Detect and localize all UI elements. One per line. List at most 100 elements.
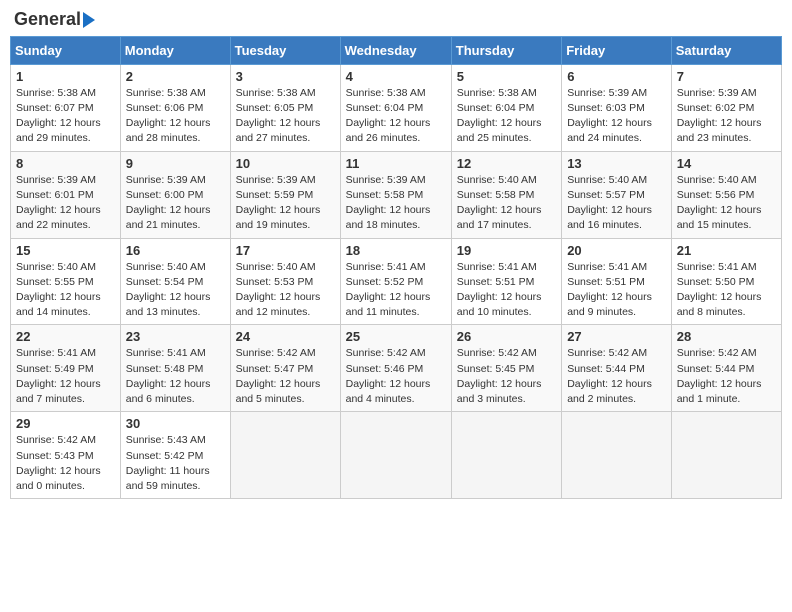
day-info: Sunrise: 5:41 AM Sunset: 5:52 PM Dayligh… bbox=[346, 260, 446, 321]
col-header-saturday: Saturday bbox=[671, 36, 781, 64]
week-row-2: 8 Sunrise: 5:39 AM Sunset: 6:01 PM Daylig… bbox=[11, 151, 782, 238]
day-cell-24: 24Sunrise: 5:42 AM Sunset: 5:47 PM Dayli… bbox=[230, 325, 340, 412]
page-header: General bbox=[10, 10, 782, 30]
day-cell-27: 27 Sunrise: 5:42 AM Sunset: 5:44 PM Dayli… bbox=[562, 325, 672, 412]
day-info: Sunrise: 5:41 AM Sunset: 5:51 PM Dayligh… bbox=[567, 260, 666, 321]
day-info: Sunrise: 5:42 AM Sunset: 5:45 PM Dayligh… bbox=[457, 346, 556, 407]
day-info: Sunrise: 5:39 AM Sunset: 5:58 PM Dayligh… bbox=[346, 173, 446, 234]
day-cell-16: 16 Sunrise: 5:40 AM Sunset: 5:54 PM Dayli… bbox=[120, 238, 230, 325]
day-cell-23: 23 Sunrise: 5:41 AM Sunset: 5:48 PM Dayli… bbox=[120, 325, 230, 412]
day-number: 28 bbox=[677, 329, 776, 344]
col-header-wednesday: Wednesday bbox=[340, 36, 451, 64]
day-cell-30: 30 Sunrise: 5:43 AM Sunset: 5:42 PM Dayli… bbox=[120, 412, 230, 499]
day-cell-15: 15 Sunrise: 5:40 AM Sunset: 5:55 PM Dayli… bbox=[11, 238, 121, 325]
day-number: 11 bbox=[346, 156, 446, 171]
day-number: 27 bbox=[567, 329, 666, 344]
day-cell-14: 14 Sunrise: 5:40 AM Sunset: 5:56 PM Dayli… bbox=[671, 151, 781, 238]
logo-arrow-icon bbox=[83, 12, 95, 28]
day-number: 10 bbox=[236, 156, 335, 171]
day-info: Sunrise: 5:39 AM Sunset: 6:02 PM Dayligh… bbox=[677, 86, 776, 147]
day-number: 8 bbox=[16, 156, 115, 171]
day-cell-26: 26 Sunrise: 5:42 AM Sunset: 5:45 PM Dayli… bbox=[451, 325, 561, 412]
col-header-monday: Monday bbox=[120, 36, 230, 64]
day-info: Sunrise: 5:39 AM Sunset: 5:59 PM Dayligh… bbox=[236, 173, 335, 234]
day-number: 16 bbox=[126, 243, 225, 258]
day-number: 9 bbox=[126, 156, 225, 171]
day-cell-21: 21 Sunrise: 5:41 AM Sunset: 5:50 PM Dayli… bbox=[671, 238, 781, 325]
day-number: 12 bbox=[457, 156, 556, 171]
day-cell-10: 10 Sunrise: 5:39 AM Sunset: 5:59 PM Dayli… bbox=[230, 151, 340, 238]
day-info: Sunrise: 5:38 AM Sunset: 6:07 PM Dayligh… bbox=[16, 86, 115, 147]
day-info: Sunrise: 5:40 AM Sunset: 5:58 PM Dayligh… bbox=[457, 173, 556, 234]
day-info: Sunrise: 5:40 AM Sunset: 5:57 PM Dayligh… bbox=[567, 173, 666, 234]
day-cell-5: 5 Sunrise: 5:38 AM Sunset: 6:04 PM Daylig… bbox=[451, 64, 561, 151]
col-header-friday: Friday bbox=[562, 36, 672, 64]
day-number: 20 bbox=[567, 243, 666, 258]
day-number: 26 bbox=[457, 329, 556, 344]
day-number: 22 bbox=[16, 329, 115, 344]
empty-cell bbox=[451, 412, 561, 499]
day-number: 13 bbox=[567, 156, 666, 171]
day-info: Sunrise: 5:42 AM Sunset: 5:43 PM Dayligh… bbox=[16, 433, 115, 494]
day-number: 25 bbox=[346, 329, 446, 344]
day-info: Sunrise: 5:40 AM Sunset: 5:54 PM Dayligh… bbox=[126, 260, 225, 321]
col-header-sunday: Sunday bbox=[11, 36, 121, 64]
day-number: 21 bbox=[677, 243, 776, 258]
day-number: 14 bbox=[677, 156, 776, 171]
col-header-thursday: Thursday bbox=[451, 36, 561, 64]
col-header-tuesday: Tuesday bbox=[230, 36, 340, 64]
day-cell-12: 12 Sunrise: 5:40 AM Sunset: 5:58 PM Dayli… bbox=[451, 151, 561, 238]
day-cell-3: 3 Sunrise: 5:38 AM Sunset: 6:05 PM Daylig… bbox=[230, 64, 340, 151]
day-cell-2: 2Sunrise: 5:38 AM Sunset: 6:06 PM Daylig… bbox=[120, 64, 230, 151]
empty-cell bbox=[562, 412, 672, 499]
day-cell-22: 22 Sunrise: 5:41 AM Sunset: 5:49 PM Dayli… bbox=[11, 325, 121, 412]
day-info: Sunrise: 5:39 AM Sunset: 6:03 PM Dayligh… bbox=[567, 86, 666, 147]
day-cell-8: 8 Sunrise: 5:39 AM Sunset: 6:01 PM Daylig… bbox=[11, 151, 121, 238]
day-info: Sunrise: 5:40 AM Sunset: 5:53 PM Dayligh… bbox=[236, 260, 335, 321]
week-row-1: 1 Sunrise: 5:38 AM Sunset: 6:07 PM Daylig… bbox=[11, 64, 782, 151]
week-row-4: 22 Sunrise: 5:41 AM Sunset: 5:49 PM Dayli… bbox=[11, 325, 782, 412]
day-cell-20: 20 Sunrise: 5:41 AM Sunset: 5:51 PM Dayli… bbox=[562, 238, 672, 325]
day-cell-19: 19 Sunrise: 5:41 AM Sunset: 5:51 PM Dayli… bbox=[451, 238, 561, 325]
day-info: Sunrise: 5:38 AM Sunset: 6:04 PM Dayligh… bbox=[346, 86, 446, 147]
day-number: 23 bbox=[126, 329, 225, 344]
day-number: 4 bbox=[346, 69, 446, 84]
day-number: 17 bbox=[236, 243, 335, 258]
week-row-5: 29 Sunrise: 5:42 AM Sunset: 5:43 PM Dayli… bbox=[11, 412, 782, 499]
day-info: Sunrise: 5:42 AM Sunset: 5:44 PM Dayligh… bbox=[677, 346, 776, 407]
day-cell-28: 28 Sunrise: 5:42 AM Sunset: 5:44 PM Dayli… bbox=[671, 325, 781, 412]
day-cell-11: 11 Sunrise: 5:39 AM Sunset: 5:58 PM Dayli… bbox=[340, 151, 451, 238]
day-cell-17: 17 Sunrise: 5:40 AM Sunset: 5:53 PM Dayli… bbox=[230, 238, 340, 325]
day-cell-6: 6Sunrise: 5:39 AM Sunset: 6:03 PM Daylig… bbox=[562, 64, 672, 151]
day-info: Sunrise: 5:40 AM Sunset: 5:55 PM Dayligh… bbox=[16, 260, 115, 321]
day-info: Sunrise: 5:43 AM Sunset: 5:42 PM Dayligh… bbox=[126, 433, 225, 494]
day-cell-18: 18Sunrise: 5:41 AM Sunset: 5:52 PM Dayli… bbox=[340, 238, 451, 325]
day-number: 1 bbox=[16, 69, 115, 84]
day-cell-13: 13 Sunrise: 5:40 AM Sunset: 5:57 PM Dayli… bbox=[562, 151, 672, 238]
day-cell-25: 25Sunrise: 5:42 AM Sunset: 5:46 PM Dayli… bbox=[340, 325, 451, 412]
day-info: Sunrise: 5:40 AM Sunset: 5:56 PM Dayligh… bbox=[677, 173, 776, 234]
empty-cell bbox=[340, 412, 451, 499]
day-cell-9: 9Sunrise: 5:39 AM Sunset: 6:00 PM Daylig… bbox=[120, 151, 230, 238]
logo-text-line1: General bbox=[14, 10, 81, 30]
day-info: Sunrise: 5:41 AM Sunset: 5:49 PM Dayligh… bbox=[16, 346, 115, 407]
day-info: Sunrise: 5:41 AM Sunset: 5:50 PM Dayligh… bbox=[677, 260, 776, 321]
header-row: SundayMondayTuesdayWednesdayThursdayFrid… bbox=[11, 36, 782, 64]
empty-cell bbox=[230, 412, 340, 499]
day-info: Sunrise: 5:39 AM Sunset: 6:01 PM Dayligh… bbox=[16, 173, 115, 234]
day-number: 29 bbox=[16, 416, 115, 431]
day-number: 19 bbox=[457, 243, 556, 258]
day-number: 7 bbox=[677, 69, 776, 84]
day-number: 15 bbox=[16, 243, 115, 258]
day-info: Sunrise: 5:42 AM Sunset: 5:47 PM Dayligh… bbox=[236, 346, 335, 407]
week-row-3: 15 Sunrise: 5:40 AM Sunset: 5:55 PM Dayli… bbox=[11, 238, 782, 325]
day-info: Sunrise: 5:41 AM Sunset: 5:48 PM Dayligh… bbox=[126, 346, 225, 407]
day-number: 3 bbox=[236, 69, 335, 84]
day-number: 30 bbox=[126, 416, 225, 431]
day-number: 5 bbox=[457, 69, 556, 84]
day-info: Sunrise: 5:38 AM Sunset: 6:04 PM Dayligh… bbox=[457, 86, 556, 147]
day-info: Sunrise: 5:41 AM Sunset: 5:51 PM Dayligh… bbox=[457, 260, 556, 321]
day-info: Sunrise: 5:42 AM Sunset: 5:44 PM Dayligh… bbox=[567, 346, 666, 407]
day-info: Sunrise: 5:38 AM Sunset: 6:05 PM Dayligh… bbox=[236, 86, 335, 147]
day-cell-4: 4 Sunrise: 5:38 AM Sunset: 6:04 PM Daylig… bbox=[340, 64, 451, 151]
